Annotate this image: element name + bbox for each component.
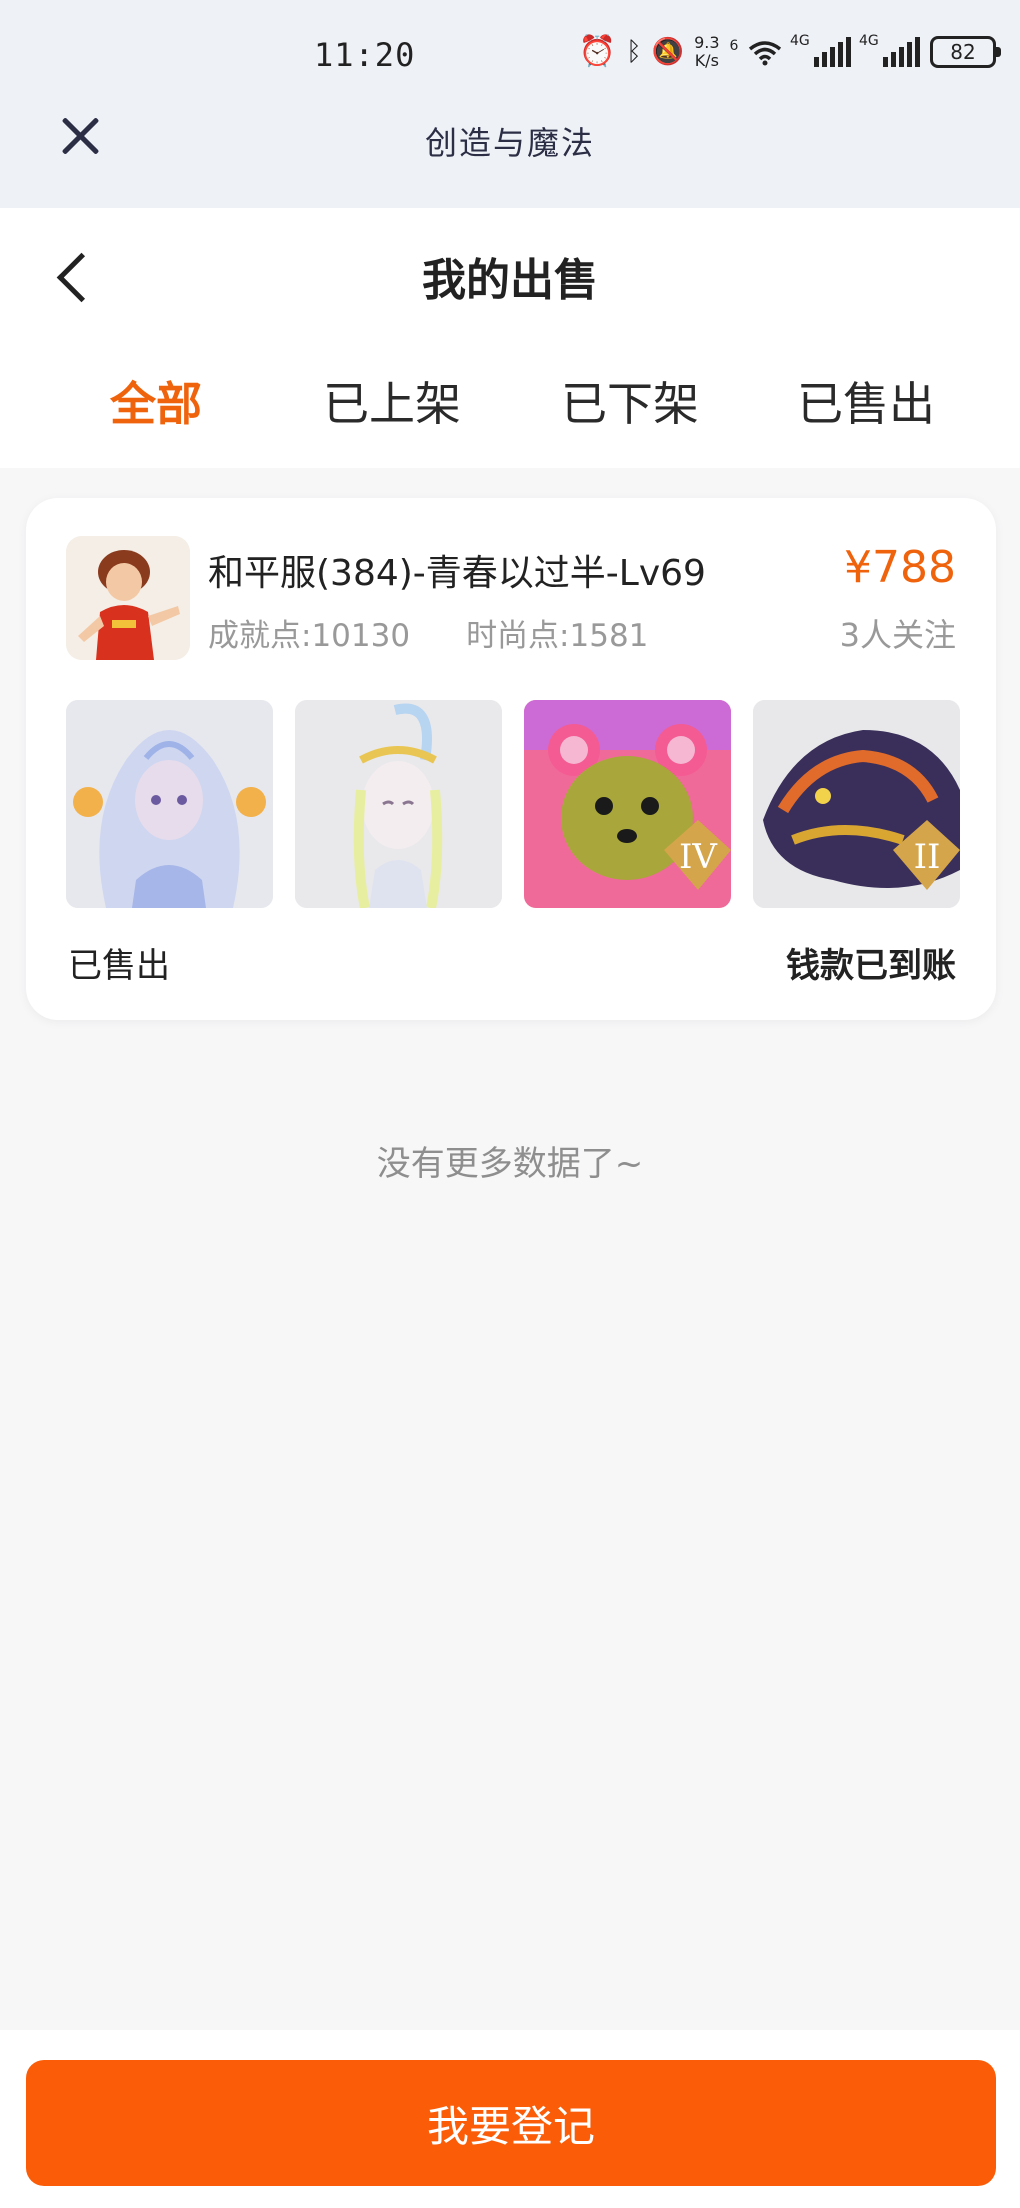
bottom-bar: 我要登记 [0, 2030, 1020, 2208]
battery-icon: 82 [930, 36, 1001, 68]
page-title: 我的出售 [422, 255, 598, 306]
net-speed-value: 9.3 [694, 33, 720, 52]
wifi-tag: 6 [729, 38, 739, 54]
listing-price: ¥788 [844, 542, 956, 593]
page-header: 我的出售 全部 已上架 已下架 已售出 [0, 208, 1020, 468]
signal-icon: 4G [790, 33, 851, 67]
listing-card[interactable]: 和平服(384)-青春以过半-Lv69 ¥788 成就点:10130 时尚点:1… [26, 498, 996, 1020]
tab-listed[interactable]: 已上架 [274, 368, 510, 434]
followers-count: 3人关注 [839, 616, 956, 654]
net-speed-unit: K/s [694, 51, 719, 70]
listing-stats: 成就点:10130 时尚点:1581 [208, 610, 648, 655]
sale-status: 已售出 [68, 946, 170, 986]
character-avatar [66, 536, 190, 660]
item-thumbnail [295, 700, 502, 908]
webview-title: 创造与魔法 [424, 124, 595, 162]
signal2-tag: 4G [859, 33, 879, 49]
bluetooth-icon: ᛒ [626, 37, 642, 67]
payment-status: 钱款已到账 [786, 946, 956, 986]
top-bar: 11:20 ⏰ ᛒ 🔕 9.3 K/s 6 4G 4G 82 创造与魔法 [0, 0, 1020, 208]
item-thumbnails: IV II [66, 700, 960, 908]
item-thumbnail: II [753, 700, 960, 908]
item-thumbnail: IV [524, 700, 731, 908]
register-button[interactable]: 我要登记 [26, 2060, 996, 2186]
tab-bar: 全部 已上架 已下架 已售出 [0, 368, 1020, 458]
alarm-icon: ⏰ [578, 34, 617, 69]
page: 11:20 ⏰ ᛒ 🔕 9.3 K/s 6 4G 4G 82 创造与魔法 我的出… [0, 0, 1020, 2208]
item-thumbnail [66, 700, 273, 908]
listing-title: 和平服(384)-青春以过半-Lv69 [208, 553, 706, 594]
tab-all[interactable]: 全部 [38, 368, 274, 434]
wifi-icon: 6 [730, 37, 782, 67]
battery-level: 82 [950, 40, 976, 64]
tab-delisted[interactable]: 已下架 [512, 368, 748, 434]
mute-icon: 🔕 [651, 37, 685, 67]
net-speed: 9.3 K/s [694, 34, 719, 70]
achievement-points: 成就点:10130 [208, 618, 411, 654]
status-time: 11:20 [314, 36, 416, 74]
fashion-points: 时尚点:1581 [466, 618, 649, 654]
no-more-data: 没有更多数据了~ [376, 1144, 644, 1184]
signal-icon-2: 4G [859, 33, 920, 67]
signal1-tag: 4G [790, 33, 810, 49]
status-icons: ⏰ ᛒ 🔕 9.3 K/s 6 4G 4G 82 [578, 30, 1001, 74]
thumb-badge: IV [679, 837, 718, 877]
status-bar: 11:20 ⏰ ᛒ 🔕 9.3 K/s 6 4G 4G 82 [0, 0, 1020, 112]
tab-sold[interactable]: 已售出 [748, 368, 984, 434]
thumb-badge: II [914, 837, 941, 877]
